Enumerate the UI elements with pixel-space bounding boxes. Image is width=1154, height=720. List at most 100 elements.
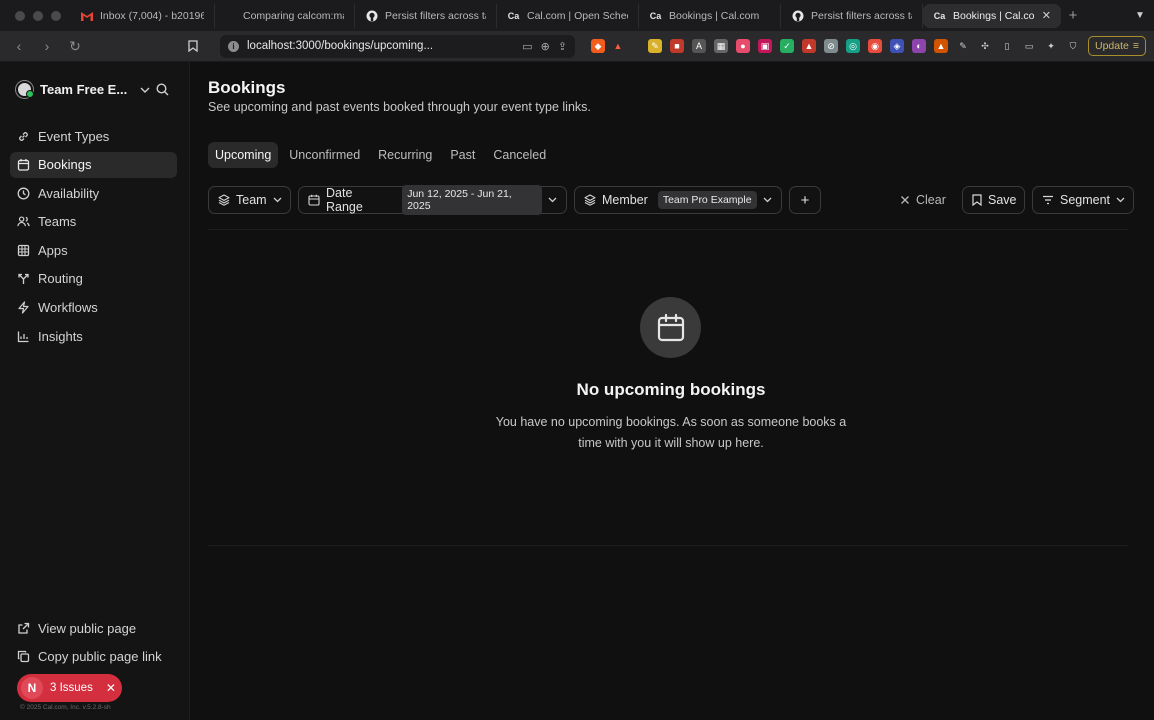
- tab-unconfirmed[interactable]: Unconfirmed: [282, 142, 367, 168]
- grid-icon: [17, 244, 30, 257]
- view-public-page-link[interactable]: View public page: [10, 615, 177, 641]
- bookmark-icon: [972, 194, 982, 206]
- cast-icon[interactable]: ▭: [522, 40, 532, 53]
- eyedropper-icon[interactable]: ✎: [956, 39, 970, 53]
- bookings-tabs: Upcoming Unconfirmed Recurring Past Canc…: [208, 142, 553, 168]
- sidebar-item-routing[interactable]: Routing: [10, 266, 177, 292]
- browser-tab[interactable]: Ca Cal.com | Open Schedul: [497, 3, 639, 28]
- calendar-icon: [308, 194, 320, 206]
- divider: [208, 545, 1128, 546]
- close-icon[interactable]: ✕: [106, 681, 116, 695]
- avatar: [16, 81, 34, 98]
- users-icon: [17, 215, 30, 228]
- reload-icon[interactable]: ↻: [64, 38, 86, 55]
- member-filter-button[interactable]: Member Team Pro Example: [574, 186, 782, 214]
- layers-icon: [218, 194, 230, 206]
- chart-icon: [17, 330, 30, 343]
- tab-recurring[interactable]: Recurring: [371, 142, 439, 168]
- copy-public-page-link[interactable]: Copy public page link: [10, 644, 177, 670]
- segment-select-button[interactable]: Segment: [1032, 186, 1134, 214]
- team-name: Team Free E...: [40, 82, 128, 97]
- sidebar-toggle-icon[interactable]: ▯: [1000, 39, 1014, 53]
- chevron-down-icon: [763, 197, 772, 203]
- issues-badge[interactable]: N 3 Issues ✕: [17, 674, 122, 702]
- date-range-filter-button[interactable]: Date Range Jun 12, 2025 - Jun 21, 2025: [298, 185, 567, 215]
- translate-extension-icon[interactable]: A: [692, 39, 706, 53]
- grid-extension-icon[interactable]: ▦: [714, 39, 728, 53]
- fox-extension-icon[interactable]: ▲: [934, 39, 948, 53]
- record-extension-icon[interactable]: ◉: [868, 39, 882, 53]
- sidebar-item-bookings[interactable]: Bookings: [10, 151, 177, 178]
- wallet-icon[interactable]: ▭: [1022, 39, 1036, 53]
- block-extension-icon[interactable]: ⊘: [824, 39, 838, 53]
- browser-tab-active[interactable]: Ca Bookings | Cal.com ✕: [923, 3, 1061, 28]
- close-window-button[interactable]: [15, 10, 25, 21]
- copy-icon: [17, 650, 30, 663]
- address-bar: ‹ › ↻ i localhost:3000/bookings/upcoming…: [0, 31, 1154, 62]
- zoom-icon[interactable]: ⊕: [541, 40, 550, 53]
- lock-extension-icon[interactable]: ■: [670, 39, 684, 53]
- forward-icon[interactable]: ›: [36, 38, 58, 54]
- sidebar-item-workflows[interactable]: Workflows: [10, 295, 177, 321]
- team-filter-button[interactable]: Team: [208, 186, 291, 214]
- cal-icon: Ca: [933, 10, 946, 21]
- sidebar-item-event-types[interactable]: Event Types: [10, 123, 177, 149]
- cal-icon: Ca: [507, 10, 520, 21]
- menu-icon: ≡: [1132, 40, 1139, 52]
- tab-list-chevron-icon[interactable]: ▼: [1126, 10, 1154, 21]
- search-icon[interactable]: [156, 83, 169, 96]
- maximize-window-button[interactable]: [51, 10, 61, 21]
- browser-tab[interactable]: Persist filters across tab: [355, 3, 497, 28]
- save-segment-button[interactable]: Save: [962, 186, 1025, 214]
- check-extension-icon[interactable]: ✓: [780, 39, 794, 53]
- sidebar-bottom-nav: View public page Copy public page link: [10, 615, 177, 672]
- highlighter-extension-icon[interactable]: ✎: [648, 39, 662, 53]
- sidebar-item-insights[interactable]: Insights: [10, 323, 177, 349]
- tab-canceled[interactable]: Canceled: [486, 142, 553, 168]
- leo-ai-icon[interactable]: ✦: [1044, 39, 1058, 53]
- pocket-extension-icon[interactable]: ▣: [758, 39, 772, 53]
- vpn-shield-icon[interactable]: ⛉: [1066, 39, 1080, 53]
- sidebar-item-availability[interactable]: Availability: [10, 180, 177, 206]
- globe-extension-icon[interactable]: ◎: [846, 39, 860, 53]
- tab-upcoming[interactable]: Upcoming: [208, 142, 279, 168]
- shield-extension-icon[interactable]: ●: [736, 39, 750, 53]
- brave-shield-icon[interactable]: ◆: [591, 39, 605, 53]
- team-switcher[interactable]: Team Free E...: [16, 81, 176, 98]
- sidebar-item-apps[interactable]: Apps: [10, 237, 177, 263]
- chevron-down-icon: [548, 197, 557, 203]
- new-tab-button[interactable]: +: [1061, 7, 1085, 24]
- browser-tab[interactable]: Comparing calcom:main: [215, 3, 355, 28]
- member-value: Team Pro Example: [657, 191, 757, 209]
- browser-tab[interactable]: Ca Bookings | Cal.com: [639, 3, 781, 28]
- clear-filters-button[interactable]: Clear: [892, 186, 954, 214]
- puzzle-extensions-icon[interactable]: ✣: [978, 39, 992, 53]
- vpn-extension-icon[interactable]: ◈: [890, 39, 904, 53]
- url-field[interactable]: i localhost:3000/bookings/upcoming... ▭ …: [220, 34, 575, 58]
- filter-lines-icon: [1042, 195, 1054, 205]
- theme-extension-icon[interactable]: ◐: [912, 39, 926, 53]
- empty-state-calendar-icon: [640, 297, 701, 358]
- window-controls: [0, 10, 70, 21]
- brave-rewards-icon[interactable]: ▲: [611, 39, 625, 53]
- sidebar-item-teams[interactable]: Teams: [10, 209, 177, 235]
- add-filter-button[interactable]: +: [789, 186, 821, 214]
- link-icon: [17, 130, 30, 143]
- ublock-extension-icon[interactable]: ▲: [802, 39, 816, 53]
- close-tab-icon[interactable]: ✕: [1042, 9, 1051, 22]
- bookmark-icon[interactable]: [188, 40, 210, 52]
- divider: [208, 229, 1128, 230]
- filter-bar: Team Date Range Jun 12, 2025 - Jun 21, 2…: [208, 185, 1134, 215]
- url-text[interactable]: localhost:3000/bookings/upcoming...: [247, 40, 514, 52]
- site-info-icon[interactable]: i: [228, 40, 239, 52]
- update-button[interactable]: Update ≡: [1088, 36, 1146, 56]
- tab-past[interactable]: Past: [443, 142, 482, 168]
- browser-tab-strip: Inbox (7,004) - b201968 Comparing calcom…: [0, 0, 1154, 31]
- github-icon: [365, 9, 378, 22]
- share-icon[interactable]: ⇪: [558, 40, 567, 53]
- minimize-window-button[interactable]: [33, 10, 43, 21]
- browser-tab[interactable]: Persist filters across tab: [781, 3, 923, 28]
- browser-tab[interactable]: Inbox (7,004) - b201968: [70, 3, 215, 28]
- back-icon[interactable]: ‹: [8, 38, 30, 54]
- chevron-down-icon: [140, 87, 150, 93]
